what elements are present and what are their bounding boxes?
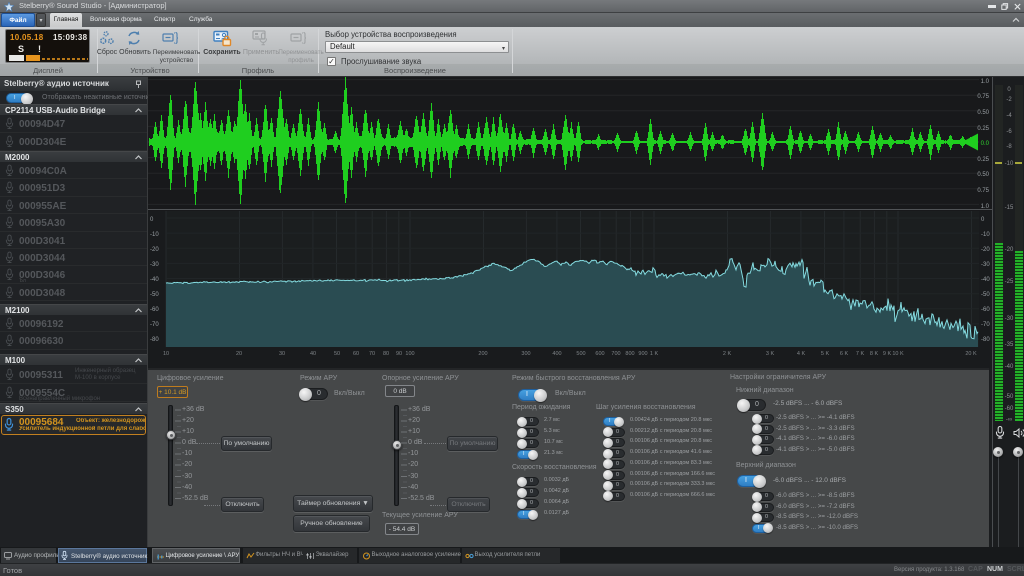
svg-text:1.0: 1.0 — [981, 79, 990, 85]
svg-text:8 K: 8 K — [870, 351, 879, 357]
svg-text:10: 10 — [163, 351, 169, 357]
svg-text:7 K: 7 K — [856, 351, 865, 357]
svg-text:20: 20 — [236, 351, 242, 357]
svg-text:-30: -30 — [150, 262, 159, 268]
svg-text:-50: -50 — [150, 292, 159, 298]
svg-text:-10: -10 — [981, 232, 990, 238]
svg-text:-40: -40 — [150, 277, 159, 283]
svg-text:0.25: 0.25 — [977, 126, 989, 132]
svg-text:700: 700 — [611, 351, 620, 357]
svg-text:5 K: 5 K — [821, 351, 830, 357]
svg-text:-70: -70 — [981, 322, 990, 328]
svg-text:200: 200 — [478, 351, 487, 357]
svg-text:6 K: 6 K — [840, 351, 849, 357]
svg-text:-50: -50 — [981, 292, 990, 298]
svg-text:-20: -20 — [981, 247, 990, 253]
svg-text:90: 90 — [396, 351, 402, 357]
svg-text:20 K: 20 K — [965, 351, 977, 357]
svg-text:0.25: 0.25 — [977, 157, 989, 163]
svg-text:800: 800 — [625, 351, 634, 357]
svg-text:-40: -40 — [981, 277, 990, 283]
svg-text:0.0: 0.0 — [981, 141, 990, 147]
svg-text:400: 400 — [552, 351, 561, 357]
svg-text:60: 60 — [353, 351, 359, 357]
svg-text:1 K: 1 K — [650, 351, 659, 357]
svg-text:-80: -80 — [981, 337, 990, 343]
svg-text:50: 50 — [334, 351, 340, 357]
svg-text:9 K: 9 K — [883, 351, 892, 357]
svg-text:3 K: 3 K — [766, 351, 775, 357]
svg-text:100: 100 — [405, 351, 414, 357]
svg-text:0.75: 0.75 — [977, 188, 989, 194]
svg-text:70: 70 — [369, 351, 375, 357]
svg-text:80: 80 — [383, 351, 389, 357]
svg-text:2 K: 2 K — [723, 351, 732, 357]
svg-text:0.75: 0.75 — [977, 94, 989, 100]
svg-text:500: 500 — [576, 351, 585, 357]
svg-text:40: 40 — [310, 351, 316, 357]
svg-text:0.50: 0.50 — [977, 110, 989, 116]
svg-text:30: 30 — [279, 351, 285, 357]
svg-text:0.50: 0.50 — [977, 172, 989, 178]
svg-text:4 K: 4 K — [797, 351, 806, 357]
svg-text:600: 600 — [595, 351, 604, 357]
svg-text:10 K: 10 K — [892, 351, 904, 357]
svg-text:-30: -30 — [981, 262, 990, 268]
svg-text:-70: -70 — [150, 322, 159, 328]
svg-text:-80: -80 — [150, 337, 159, 343]
svg-text:-60: -60 — [981, 307, 990, 313]
svg-text:-60: -60 — [150, 307, 159, 313]
svg-text:300: 300 — [521, 351, 530, 357]
svg-text:-10: -10 — [150, 232, 159, 238]
svg-text:900: 900 — [638, 351, 647, 357]
svg-text:-20: -20 — [150, 247, 159, 253]
